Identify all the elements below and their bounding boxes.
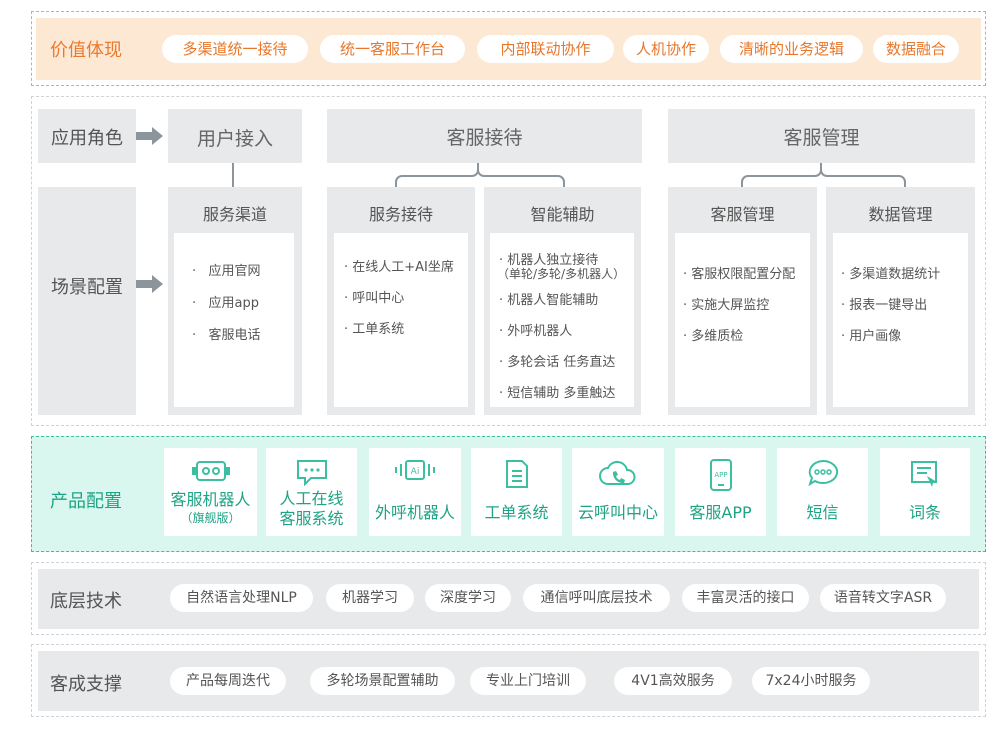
column-card: · 机器人独立接待 （单轮/多轮/多机器人） · 机器人智能辅助 · 外呼机器人…: [490, 233, 634, 407]
product-card-outbound-robot: Ai 外呼机器人: [369, 448, 461, 536]
column-title: 智能辅助: [530, 205, 595, 224]
value-item: 统一客服工作台: [320, 35, 465, 63]
product-label: 词条: [908, 503, 941, 522]
product-label: 客服APP: [689, 503, 752, 522]
svg-text:APP: APP: [714, 471, 727, 479]
list-item: · 应用app: [192, 296, 260, 311]
list-item: · 实施大屏监控: [683, 298, 770, 313]
list-item: · 工单系统: [344, 322, 405, 337]
product-label: 云呼叫中心: [577, 503, 658, 522]
chat-bubble-icon: [296, 460, 327, 486]
column-title: 服务渠道: [202, 205, 267, 224]
list-item: · 报表一键导出: [841, 298, 928, 313]
support-title: 客成支撑: [50, 674, 122, 695]
product-card-robot: 客服机器人 （旗舰版）: [164, 448, 257, 536]
column-card: · 多渠道数据统计 · 报表一键导出 · 用户画像: [833, 233, 968, 407]
tech-item: 丰富灵活的接口: [682, 584, 809, 612]
support-item: 产品每周迭代: [170, 667, 286, 695]
value-item: 多渠道统一接待: [162, 35, 308, 63]
list-item: · 呼叫中心: [344, 291, 405, 306]
tech-item: 机器学习: [326, 584, 414, 612]
list-item: · 在线人工+AI坐席: [344, 260, 454, 275]
product-card-entry: 词条: [880, 448, 970, 536]
role-cs-management-label: 客服管理: [783, 127, 860, 149]
scene-column-cs-management: 客服管理 · 客服权限配置分配 · 实施大屏监控 · 多维质检: [668, 187, 817, 415]
arrow-right-icon: [136, 127, 163, 145]
tech-item: 通信呼叫底层技术: [523, 584, 670, 612]
product-card-app: APP 客服APP: [675, 448, 766, 536]
support-item: 4V1高效服务: [614, 667, 732, 695]
role-cs-reception: 客服接待: [327, 109, 642, 163]
column-card: · 在线人工+AI坐席 · 呼叫中心 · 工单系统: [334, 233, 468, 407]
product-card-sms: 短信: [777, 448, 868, 536]
tech-item: 自然语言处理NLP: [170, 584, 313, 612]
column-title: 客服管理: [710, 205, 775, 224]
ai-voice-icon: Ai: [395, 460, 435, 480]
tech-item: 深度学习: [425, 584, 511, 612]
tech-item: 语音转文字ASR: [820, 584, 946, 612]
sms-bubble-icon: [807, 459, 838, 486]
product-label: 客服机器人: [170, 490, 251, 509]
scene-column-service: 服务接待 · 在线人工+AI坐席 · 呼叫中心 · 工单系统: [327, 187, 475, 415]
column-title: 服务接待: [368, 205, 433, 224]
list-item: · 多轮会话 任务直达: [499, 355, 616, 370]
column-card: · 应用官网 · 应用app · 客服电话: [174, 233, 294, 407]
robot-icon: [191, 461, 230, 481]
value-item: 清晰的业务逻辑: [720, 35, 863, 63]
list-item: · 应用官网: [192, 264, 261, 279]
arrow-right-icon: [136, 275, 163, 293]
value-item: 人机协作: [623, 35, 709, 63]
role-cs-management: 客服管理: [668, 109, 975, 163]
support-item: 多轮场景配置辅助: [310, 667, 455, 695]
connector-lines: [232, 163, 906, 187]
column-card: · 客服权限配置分配 · 实施大屏监控 · 多维质检: [675, 233, 810, 407]
product-label-line2: 客服系统: [279, 509, 344, 528]
product-label: 短信: [806, 503, 839, 522]
support-item: 专业上门培训: [470, 667, 586, 695]
value-title: 价值体现: [50, 40, 122, 61]
list-item: · 机器人智能辅助: [499, 293, 599, 308]
product-title: 产品配置: [50, 491, 122, 512]
list-item: · 客服电话: [192, 328, 261, 343]
cloud-phone-icon: [599, 460, 636, 485]
role-cs-reception-label: 客服接待: [446, 127, 523, 149]
tech-title: 底层技术: [50, 591, 122, 612]
role-user-access-label: 用户接入: [196, 128, 273, 150]
scene-label: 场景配置: [51, 277, 123, 298]
mobile-app-icon: APP: [709, 459, 732, 491]
list-item: · 多维质检: [683, 329, 744, 344]
product-label: 外呼机器人: [374, 503, 455, 522]
scene-column-data-management: 数据管理 · 多渠道数据统计 · 报表一键导出 · 用户画像: [826, 187, 975, 415]
product-card-human-online: 人工在线 客服系统: [266, 448, 357, 536]
column-title: 数据管理: [868, 205, 933, 224]
list-item: · 短信辅助 多重触达: [499, 386, 616, 401]
role-label: 应用角色: [51, 128, 123, 149]
product-card-ticket: 工单系统: [471, 448, 562, 536]
list-item-note: （单轮/多轮/多机器人）: [497, 267, 626, 281]
document-icon: [505, 460, 528, 488]
entry-icon: [911, 461, 937, 487]
list-item: · 外呼机器人: [499, 324, 573, 339]
product-sublabel: （旗舰版）: [180, 511, 241, 525]
product-label: 工单系统: [484, 503, 549, 522]
svg-text:Ai: Ai: [411, 467, 420, 477]
value-item: 数据融合: [873, 35, 959, 63]
value-item: 内部联动协作: [477, 35, 614, 63]
product-label: 人工在线: [279, 489, 344, 508]
role-user-access: 用户接入: [168, 109, 302, 163]
list-item: · 用户画像: [841, 329, 902, 344]
role-label-box: 应用角色: [38, 109, 136, 163]
list-item: · 多渠道数据统计: [841, 267, 941, 282]
product-card-cloud-call: 云呼叫中心: [572, 448, 664, 536]
scene-label-box: 场景配置: [38, 187, 136, 415]
list-item: · 客服权限配置分配: [683, 267, 796, 282]
scene-column-channels: 服务渠道 · 应用官网 · 应用app · 客服电话: [168, 187, 302, 415]
scene-column-assist: 智能辅助 · 机器人独立接待 （单轮/多轮/多机器人） · 机器人智能辅助 · …: [484, 187, 641, 415]
support-item: 7x24小时服务: [752, 667, 870, 695]
